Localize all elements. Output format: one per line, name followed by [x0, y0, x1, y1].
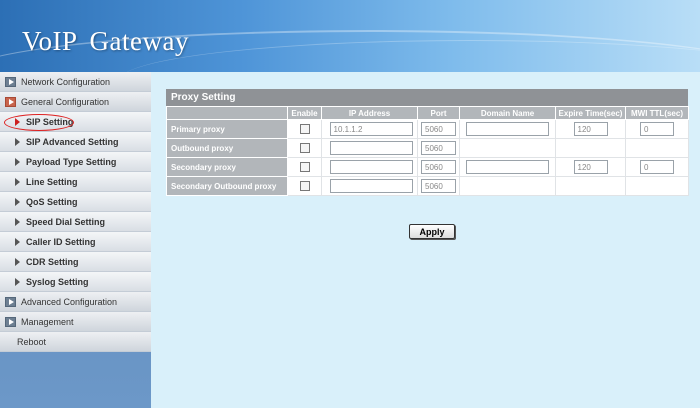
- sidebar: Network Configuration General Configurat…: [0, 72, 151, 408]
- sidebar-item-label: Payload Type Setting: [26, 157, 117, 167]
- app-header: VoIP Gateway: [0, 0, 700, 72]
- proxy-table: Enable IP Address Port Domain Name Expir…: [166, 106, 689, 196]
- primary-proxy-port-input[interactable]: [421, 122, 456, 136]
- table-header-row: Enable IP Address Port Domain Name Expir…: [166, 106, 689, 120]
- sidebar-item-label: Line Setting: [26, 177, 78, 187]
- column-header-label: [166, 106, 288, 120]
- outbound-proxy-port-input[interactable]: [421, 141, 456, 155]
- expand-icon: [5, 77, 16, 87]
- column-header-mwi-ttl: MWI TTL(sec): [625, 106, 689, 120]
- primary-proxy-domain-input[interactable]: [466, 122, 549, 136]
- arrow-right-icon: [15, 198, 20, 206]
- sidebar-item-payload-type-setting[interactable]: Payload Type Setting: [0, 152, 151, 172]
- sidebar-item-label: SIP Setting: [26, 117, 74, 127]
- primary-proxy-ip-input[interactable]: [329, 122, 413, 136]
- sidebar-item-advanced-configuration[interactable]: Advanced Configuration: [0, 292, 151, 312]
- arrow-right-icon: [15, 138, 20, 146]
- app-title-part1: VoIP: [22, 26, 78, 56]
- app-title-part2: Gateway: [89, 26, 189, 56]
- primary-proxy-expire-input[interactable]: [573, 122, 608, 136]
- proxy-setting-panel: Proxy Setting Enable IP Address Port Dom…: [166, 89, 689, 196]
- sidebar-item-label: General Configuration: [21, 97, 110, 107]
- secondary-proxy-domain-input[interactable]: [466, 160, 549, 174]
- sidebar-item-label: SIP Advanced Setting: [26, 137, 119, 147]
- arrow-right-icon: [15, 118, 20, 126]
- sidebar-item-label: Syslog Setting: [26, 277, 89, 287]
- secondary-proxy-expire-input[interactable]: [573, 160, 608, 174]
- sidebar-item-sip-advanced-setting[interactable]: SIP Advanced Setting: [0, 132, 151, 152]
- sidebar-item-label: Speed Dial Setting: [26, 217, 106, 227]
- secondary-outbound-proxy-enable-checkbox[interactable]: [299, 181, 310, 192]
- table-row-primary-proxy: Primary proxy: [166, 119, 689, 139]
- sidebar-item-label: Reboot: [17, 337, 47, 347]
- sidebar-item-label: CDR Setting: [26, 257, 79, 267]
- column-header-expire-time: Expire Time(sec): [555, 106, 626, 120]
- outbound-proxy-ip-input[interactable]: [329, 141, 413, 155]
- row-label: Secondary proxy: [166, 157, 288, 177]
- sidebar-item-reboot[interactable]: Reboot: [0, 332, 151, 352]
- sidebar-item-qos-setting[interactable]: QoS Setting: [0, 192, 151, 212]
- row-label: Outbound proxy: [166, 138, 288, 158]
- arrow-right-icon: [15, 278, 20, 286]
- sidebar-menu: Network Configuration General Configurat…: [0, 72, 151, 352]
- row-label: Primary proxy: [166, 119, 288, 139]
- table-row-secondary-outbound-proxy: Secondary Outbound proxy: [166, 176, 689, 196]
- secondary-outbound-proxy-ip-input[interactable]: [329, 179, 413, 193]
- sidebar-item-general-configuration[interactable]: General Configuration: [0, 92, 151, 112]
- sidebar-item-label: Caller ID Setting: [26, 237, 96, 247]
- column-header-ip-address: IP Address: [321, 106, 418, 120]
- sidebar-item-label: Advanced Configuration: [21, 297, 118, 307]
- expand-icon: [5, 297, 16, 307]
- column-header-domain-name: Domain Name: [459, 106, 556, 120]
- sidebar-item-line-setting[interactable]: Line Setting: [0, 172, 151, 192]
- primary-proxy-enable-checkbox[interactable]: [299, 124, 310, 135]
- row-label: Secondary Outbound proxy: [166, 176, 288, 196]
- outbound-proxy-enable-checkbox[interactable]: [299, 143, 310, 154]
- arrow-right-icon: [15, 258, 20, 266]
- secondary-proxy-port-input[interactable]: [421, 160, 456, 174]
- primary-proxy-mwi-input[interactable]: [640, 122, 674, 136]
- sidebar-item-caller-id-setting[interactable]: Caller ID Setting: [0, 232, 151, 252]
- sidebar-item-label: Network Configuration: [21, 77, 111, 87]
- sidebar-item-syslog-setting[interactable]: Syslog Setting: [0, 272, 151, 292]
- arrow-right-icon: [15, 238, 20, 246]
- app-title: VoIP Gateway: [22, 26, 189, 57]
- column-header-port: Port: [417, 106, 460, 120]
- arrow-right-icon: [15, 158, 20, 166]
- collapse-icon: [5, 97, 16, 107]
- main-content: Proxy Setting Enable IP Address Port Dom…: [151, 72, 700, 408]
- sidebar-item-speed-dial-setting[interactable]: Speed Dial Setting: [0, 212, 151, 232]
- apply-button[interactable]: Apply: [409, 224, 455, 239]
- secondary-proxy-mwi-input[interactable]: [640, 160, 674, 174]
- sidebar-item-label: QoS Setting: [26, 197, 78, 207]
- expand-icon: [5, 317, 16, 327]
- sidebar-item-network-configuration[interactable]: Network Configuration: [0, 72, 151, 92]
- sidebar-item-cdr-setting[interactable]: CDR Setting: [0, 252, 151, 272]
- panel-title: Proxy Setting: [166, 89, 688, 106]
- table-row-outbound-proxy: Outbound proxy: [166, 138, 689, 158]
- arrow-right-icon: [15, 178, 20, 186]
- secondary-proxy-enable-checkbox[interactable]: [299, 162, 310, 173]
- sidebar-item-management[interactable]: Management: [0, 312, 151, 332]
- sidebar-item-sip-setting[interactable]: SIP Setting: [0, 112, 151, 132]
- secondary-outbound-proxy-port-input[interactable]: [421, 179, 456, 193]
- sidebar-item-label: Management: [21, 317, 74, 327]
- secondary-proxy-ip-input[interactable]: [329, 160, 413, 174]
- column-header-enable: Enable: [287, 106, 322, 120]
- arrow-right-icon: [15, 218, 20, 226]
- table-row-secondary-proxy: Secondary proxy: [166, 157, 689, 177]
